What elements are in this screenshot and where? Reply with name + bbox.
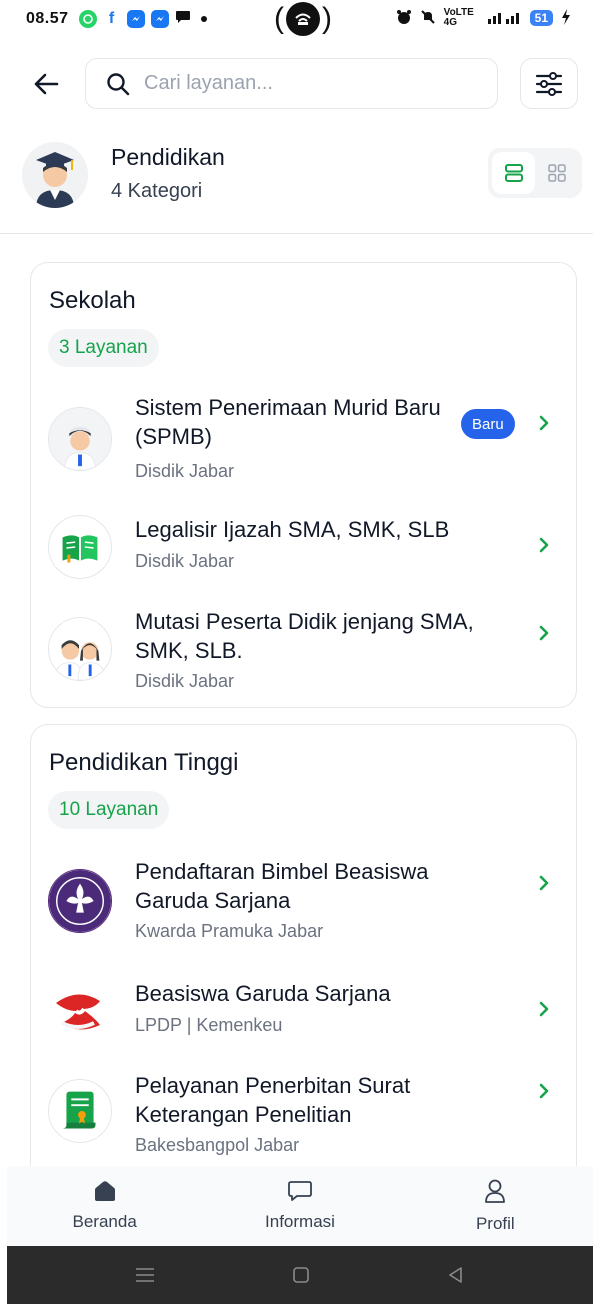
service-org: Disdik Jabar — [135, 551, 235, 571]
nav-beranda[interactable]: Beranda — [7, 1166, 202, 1246]
search-icon — [107, 72, 130, 95]
signal-icon — [487, 10, 522, 27]
chat-icon — [175, 10, 191, 29]
section-card-sekolah: Sekolah 3 Layanan Sistem Penerimaan Muri… — [30, 262, 577, 708]
nav-label: Profil — [475, 1214, 515, 1233]
certificate-icon — [48, 1079, 112, 1143]
service-item-mutasi[interactable]: Mutasi Peserta Didik jenjang SMA, SMK, S… — [31, 607, 578, 697]
grid-view-button[interactable] — [535, 152, 578, 194]
back-button[interactable] — [30, 68, 62, 100]
service-item-surat-penelitian[interactable]: Pelayanan Penerbitan Surat Keterangan Pe… — [31, 1071, 578, 1171]
service-count-badge: 10 Layanan — [48, 791, 170, 829]
menu-icon[interactable] — [134, 1266, 156, 1284]
system-navigation-bar — [7, 1246, 593, 1304]
sliders-icon — [535, 71, 563, 96]
nav-label: Beranda — [72, 1212, 137, 1231]
nav-profil[interactable]: Profil — [398, 1166, 593, 1246]
service-item-spmb[interactable]: Sistem Penerimaan Murid Baru (SPMB) Baru… — [31, 393, 578, 493]
chevron-right-icon — [539, 1001, 549, 1017]
messenger-icon — [150, 10, 169, 28]
service-name: Legalisir Ijazah SMA, SMK, SLB — [135, 517, 450, 542]
category-title: Pendidikan — [111, 144, 225, 170]
list-view-icon — [504, 164, 523, 182]
grid-view-icon — [547, 164, 566, 182]
chevron-right-icon — [539, 537, 549, 553]
filter-button[interactable] — [520, 58, 578, 109]
battery-level: 51 — [529, 10, 553, 26]
service-item-bimbel-garuda[interactable]: Pendaftaran Bimbel Beasiswa Garuda Sarja… — [31, 857, 578, 947]
nav-label: Informasi — [265, 1212, 335, 1231]
messenger-icon — [126, 10, 145, 28]
category-header: Pendidikan 4 Kategori — [0, 138, 593, 234]
mute-icon — [420, 9, 436, 28]
book-icon — [48, 515, 112, 579]
status-bar: 08.57 f ( ) VoLTE 4G 51 — [0, 0, 593, 38]
service-count-badge: 3 Layanan — [48, 329, 159, 367]
facebook-icon: f — [108, 10, 115, 27]
service-org: Disdik Jabar — [135, 671, 235, 691]
home-icon — [94, 1181, 115, 1201]
notification-icons: f — [78, 10, 207, 29]
view-toggle — [488, 148, 582, 198]
service-item-legalisir[interactable]: Legalisir Ijazah SMA, SMK, SLB Disdik Ja… — [31, 515, 578, 585]
service-org: Kwarda Pramuka Jabar — [135, 921, 324, 941]
charging-icon — [561, 8, 571, 28]
nav-informasi[interactable]: Informasi — [202, 1166, 397, 1246]
alarm-icon — [396, 9, 412, 28]
service-name: Pelayanan Penerbitan Surat Keterangan Pe… — [135, 1073, 411, 1127]
service-org: LPDP | Kemenkeu — [135, 1015, 283, 1035]
home-square-icon[interactable] — [291, 1265, 311, 1285]
search-input[interactable] — [144, 72, 464, 95]
status-time: 08.57 — [26, 10, 69, 27]
service-name: Pendaftaran Bimbel Beasiswa Garuda Sarja… — [135, 859, 429, 913]
graduate-avatar-icon — [22, 142, 88, 208]
top-bar — [0, 56, 593, 112]
hotspot-icon — [286, 2, 320, 36]
chevron-right-icon — [539, 415, 549, 431]
new-badge: Baru — [461, 409, 515, 439]
student-boy-icon — [48, 407, 112, 471]
more-notifications-dot — [200, 16, 207, 22]
whatsapp-icon — [78, 10, 97, 28]
back-triangle-icon[interactable] — [446, 1265, 466, 1285]
chevron-right-icon — [539, 625, 549, 641]
students-icon — [48, 617, 112, 681]
section-title: Pendidikan Tinggi — [49, 749, 239, 776]
message-icon — [288, 1181, 312, 1201]
chevron-right-icon — [539, 1083, 549, 1099]
section-title: Sekolah — [49, 287, 136, 314]
bottom-navigation: Beranda Informasi Profil — [7, 1166, 593, 1246]
category-subtitle: 4 Kategori — [111, 180, 203, 202]
scout-emblem-icon — [48, 869, 112, 933]
service-name: Sistem Penerimaan Murid Baru (SPMB) — [135, 395, 441, 449]
section-card-pendidikan-tinggi: Pendidikan Tinggi 10 Layanan Pendaftaran… — [30, 724, 577, 1194]
arrow-left-icon — [34, 73, 59, 95]
user-icon — [485, 1179, 506, 1203]
search-box[interactable] — [85, 58, 498, 109]
service-org: Bakesbangpol Jabar — [135, 1135, 300, 1155]
ribbon-icon — [48, 979, 112, 1043]
network-label: VoLTE 4G — [443, 7, 474, 28]
hotspot-indicator: ( ) — [274, 2, 332, 36]
service-name: Beasiswa Garuda Sarjana — [135, 981, 391, 1006]
service-item-beasiswa-garuda[interactable]: Beasiswa Garuda Sarjana LPDP | Kemenkeu — [31, 979, 578, 1049]
system-indicators: VoLTE 4G 51 — [396, 8, 571, 28]
service-org: Disdik Jabar — [135, 461, 235, 481]
service-name: Mutasi Peserta Didik jenjang SMA, SMK, S… — [135, 609, 474, 663]
list-view-button[interactable] — [492, 152, 535, 194]
chevron-right-icon — [539, 875, 549, 891]
